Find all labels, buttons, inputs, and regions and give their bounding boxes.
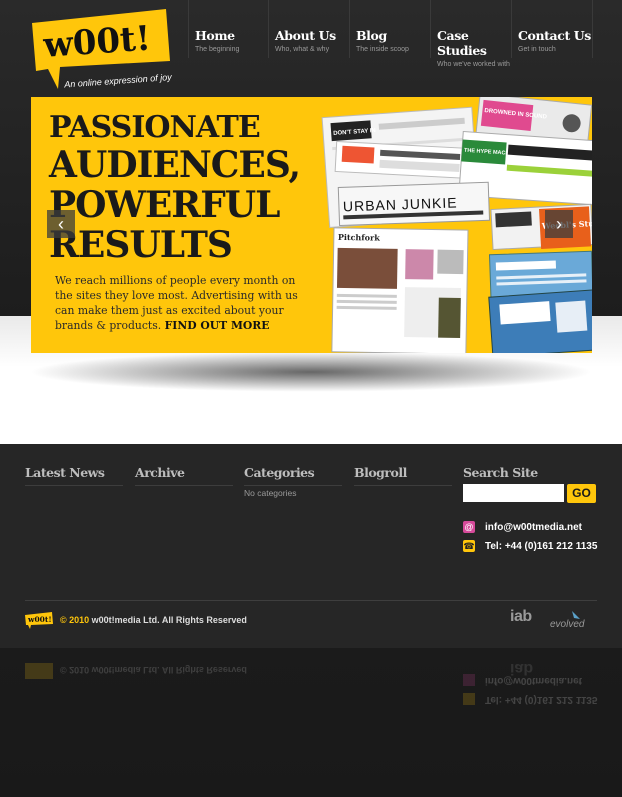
reflection-phone: Tel: +44 (0)161 212 1135 — [485, 694, 598, 705]
banner-shadow — [28, 352, 594, 392]
nav-about-title: About Us — [275, 28, 336, 43]
email-icon: @ — [463, 521, 475, 533]
phone-line: ☎ Tel: +44 (0)161 212 1135 — [463, 540, 597, 552]
reflection-phone-icon — [463, 693, 475, 705]
categories-heading: Categories — [244, 465, 342, 486]
search-input[interactable] — [463, 484, 564, 502]
main-nav: Home The beginning About Us Who, what & … — [188, 0, 593, 68]
banner-next-button[interactable]: › — [545, 210, 573, 238]
evolved-logo[interactable]: evolved — [550, 609, 598, 629]
headline-line-3: POWERFUL — [49, 184, 280, 226]
hero-headline: PASSIONATE AUDIENCES, POWERFUL RESULTS — [49, 110, 339, 266]
nav-blog[interactable]: Blog The inside scoop — [350, 0, 431, 58]
copyright: © 2010 w00t!media Ltd. All Rights Reserv… — [60, 615, 247, 625]
logo-wordmark: w00t! — [41, 18, 152, 65]
svg-text:w00t!: w00t! — [27, 615, 52, 624]
nav-blog-title: Blog — [356, 28, 387, 43]
woot-logo[interactable]: w00t! An online expression of joy — [30, 9, 172, 91]
no-categories-text: No categories — [244, 488, 297, 498]
svg-text:evolved: evolved — [550, 619, 585, 629]
banner-prev-button[interactable]: ‹ — [47, 210, 75, 238]
nav-case-studies-sub: Who we've worked with — [437, 61, 510, 68]
chevron-right-icon: › — [556, 214, 562, 234]
search-go-button[interactable]: GO — [567, 484, 596, 503]
logo-tagline: An online expression of joy — [63, 72, 172, 90]
nav-about-sub: Who, what & why — [275, 46, 330, 53]
reflection-email-icon — [463, 674, 475, 686]
phone-text: Tel: +44 (0)161 212 1135 — [485, 540, 598, 552]
reflection-mirror: © 2010 w00t!media Ltd. All Rights Reserv… — [0, 648, 622, 797]
phone-icon: ☎ — [463, 540, 475, 552]
nav-blog-sub: The inside scoop — [356, 46, 409, 53]
footer-divider — [25, 600, 597, 601]
reflection-copyright: © 2010 w00t!media Ltd. All Rights Reserv… — [60, 665, 247, 675]
reflection-email: info@w00tmedia.net — [485, 675, 582, 686]
nav-case-studies-title: Case Studies — [437, 28, 487, 58]
nav-contact-title: Contact Us — [518, 28, 591, 43]
email-link[interactable]: info@w00tmedia.net — [485, 522, 582, 533]
search-heading: Search Site — [463, 465, 538, 480]
archive-heading: Archive — [135, 465, 233, 486]
collage-pitchfork: Pitchfork — [338, 232, 381, 243]
blogroll-heading: Blogroll — [354, 465, 452, 486]
hero-banner[interactable]: PASSIONATE AUDIENCES, POWERFUL RESULTS W… — [31, 97, 592, 353]
footer-reflection: © 2010 w00t!media Ltd. All Rights Reserv… — [0, 648, 622, 797]
nav-home[interactable]: Home The beginning — [188, 0, 269, 58]
nav-case-studies[interactable]: Case Studies Who we've worked with — [431, 0, 512, 68]
nav-contact-sub: Get in touch — [518, 46, 556, 53]
email-line: @ info@w00tmedia.net — [463, 521, 582, 533]
chevron-left-icon: ‹ — [58, 214, 64, 234]
headline-line-1: PASSIONATE — [49, 110, 261, 145]
woot-small-logo[interactable]: w00t! — [25, 612, 53, 629]
copyright-text: w00t!media Ltd. All Rights Reserved — [89, 615, 247, 625]
latest-news-heading: Latest News — [25, 465, 123, 486]
nav-home-sub: The beginning — [195, 46, 240, 53]
nav-home-title: Home — [195, 28, 235, 43]
reflection-iab: iab — [510, 660, 534, 677]
find-out-more-link[interactable]: FIND OUT MORE — [165, 319, 270, 332]
nav-about[interactable]: About Us Who, what & why — [269, 0, 350, 58]
headline-line-2: AUDIENCES, — [49, 144, 301, 186]
iab-logo[interactable]: iab — [510, 608, 532, 626]
hero-blurb: We reach millions of people every month … — [55, 273, 313, 333]
headline-line-4: RESULTS — [49, 224, 233, 266]
reflection-logo — [25, 663, 53, 679]
copyright-year: © 2010 — [60, 615, 90, 625]
nav-contact[interactable]: Contact Us Get in touch — [512, 0, 593, 58]
